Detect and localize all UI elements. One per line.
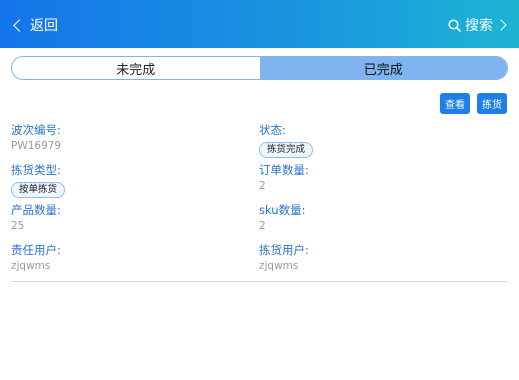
product-count-value: 25 [11,220,25,232]
view-button[interactable]: 查看 [440,93,470,114]
picking-user-value: zjqwms [259,260,299,272]
order-count-field: 订单数量: 2 [259,163,499,193]
back-button[interactable]: 返回 [12,14,58,36]
responsible-user-label: 责任用户: [11,243,61,257]
status-label: 状态: [259,123,286,137]
picking-user-label: 拣货用户: [259,243,309,257]
wave-no-value: PW16979 [11,140,62,152]
responsible-user-field: 责任用户: zjqwms [11,243,251,273]
record-actions: 查看 拣货 [440,93,507,114]
sku-count-label: sku数量: [259,203,306,217]
tab-completed[interactable]: 已完成 [259,57,507,79]
record-divider [11,281,508,282]
product-count-field: 产品数量: 25 [11,203,251,233]
chevron-left-icon [13,18,26,32]
picking-user-field: 拣货用户: zjqwms [259,243,499,273]
pick-type-field: 拣货类型: 按单拣货 [11,163,251,198]
status-badge: 拣货完成 [259,142,314,158]
pick-button[interactable]: 拣货 [477,93,507,114]
status-field: 状态: 拣货完成 [259,123,499,158]
wave-no-field: 波次编号: PW16979 [11,123,251,153]
chevron-right-icon [495,19,507,31]
responsible-user-value: zjqwms [11,260,51,272]
search-icon [448,18,461,32]
order-count-value: 2 [259,180,266,192]
pick-type-tag: 按单拣货 [11,182,66,198]
tab-incomplete[interactable]: 未完成 [12,57,260,79]
sku-count-value: 2 [259,220,266,232]
search-button[interactable]: 搜索 [448,14,507,36]
product-count-label: 产品数量: [11,203,61,217]
back-label: 返回 [30,18,58,34]
sku-count-field: sku数量: 2 [259,203,499,233]
status-tabs: 未完成 已完成 [11,56,508,80]
wave-no-label: 波次编号: [11,123,61,137]
search-label: 搜索 [465,18,493,34]
app-header: 返回 搜索 [0,0,519,48]
pick-type-label: 拣货类型: [11,163,61,177]
order-count-label: 订单数量: [259,163,309,177]
